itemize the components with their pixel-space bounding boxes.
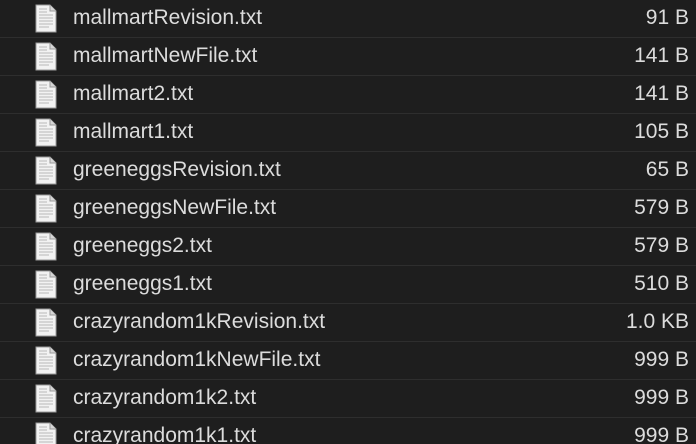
file-row[interactable]: greeneggsNewFile.txt 579 B (0, 190, 696, 228)
text-document-icon (35, 118, 57, 147)
file-size: 510 B (634, 272, 689, 295)
text-document-icon (35, 270, 57, 299)
file-size: 1.0 KB (625, 310, 689, 333)
file-name: crazyrandom1kNewFile.txt (73, 348, 321, 371)
text-document-icon (35, 156, 57, 185)
file-row[interactable]: mallmart2.txt 141 B (0, 76, 696, 114)
file-row[interactable]: greeneggs1.txt 510 B (0, 266, 696, 304)
file-name: crazyrandom1k1.txt (73, 424, 257, 444)
text-document-icon (35, 194, 57, 223)
file-row[interactable]: greeneggsRevision.txt 65 B (0, 152, 696, 190)
text-document-icon (35, 422, 57, 444)
file-name: greeneggsNewFile.txt (73, 196, 277, 219)
file-name: mallmartNewFile.txt (73, 44, 258, 67)
text-document-icon (35, 4, 57, 33)
file-row[interactable]: crazyrandom1kNewFile.txt 999 B (0, 342, 696, 380)
file-row[interactable]: crazyrandom1k1.txt 999 B (0, 418, 696, 444)
file-list: mallmartRevision.txt 91 B mallmartNewFil… (0, 0, 696, 444)
file-size: 579 B (634, 234, 689, 257)
file-row[interactable]: crazyrandom1k2.txt 999 B (0, 380, 696, 418)
file-size: 999 B (634, 386, 689, 409)
file-row[interactable]: mallmartRevision.txt 91 B (0, 0, 696, 38)
file-row[interactable]: greeneggs2.txt 579 B (0, 228, 696, 266)
file-name: mallmart1.txt (73, 120, 194, 143)
file-rows: mallmartRevision.txt 91 B mallmartNewFil… (0, 0, 696, 444)
file-name: crazyrandom1k2.txt (73, 386, 257, 409)
text-document-icon (35, 232, 57, 261)
text-document-icon (35, 346, 57, 375)
file-row[interactable]: mallmartNewFile.txt 141 B (0, 38, 696, 76)
file-name: greeneggs1.txt (73, 272, 212, 295)
file-size: 105 B (634, 120, 689, 143)
file-size: 999 B (634, 424, 689, 444)
file-size: 579 B (634, 196, 689, 219)
file-row[interactable]: crazyrandom1kRevision.txt 1.0 KB (0, 304, 696, 342)
file-name: mallmart2.txt (73, 82, 194, 105)
text-document-icon (35, 308, 57, 337)
file-name: greeneggsRevision.txt (73, 158, 281, 181)
file-name: greeneggs2.txt (73, 234, 212, 257)
file-size: 141 B (634, 44, 689, 67)
text-document-icon (35, 384, 57, 413)
file-size: 141 B (634, 82, 689, 105)
file-name: crazyrandom1kRevision.txt (73, 310, 326, 333)
text-document-icon (35, 42, 57, 71)
file-row[interactable]: mallmart1.txt 105 B (0, 114, 696, 152)
text-document-icon (35, 80, 57, 109)
file-name: mallmartRevision.txt (73, 6, 263, 29)
file-size: 65 B (645, 158, 689, 181)
file-size: 91 B (645, 6, 689, 29)
file-size: 999 B (634, 348, 689, 371)
